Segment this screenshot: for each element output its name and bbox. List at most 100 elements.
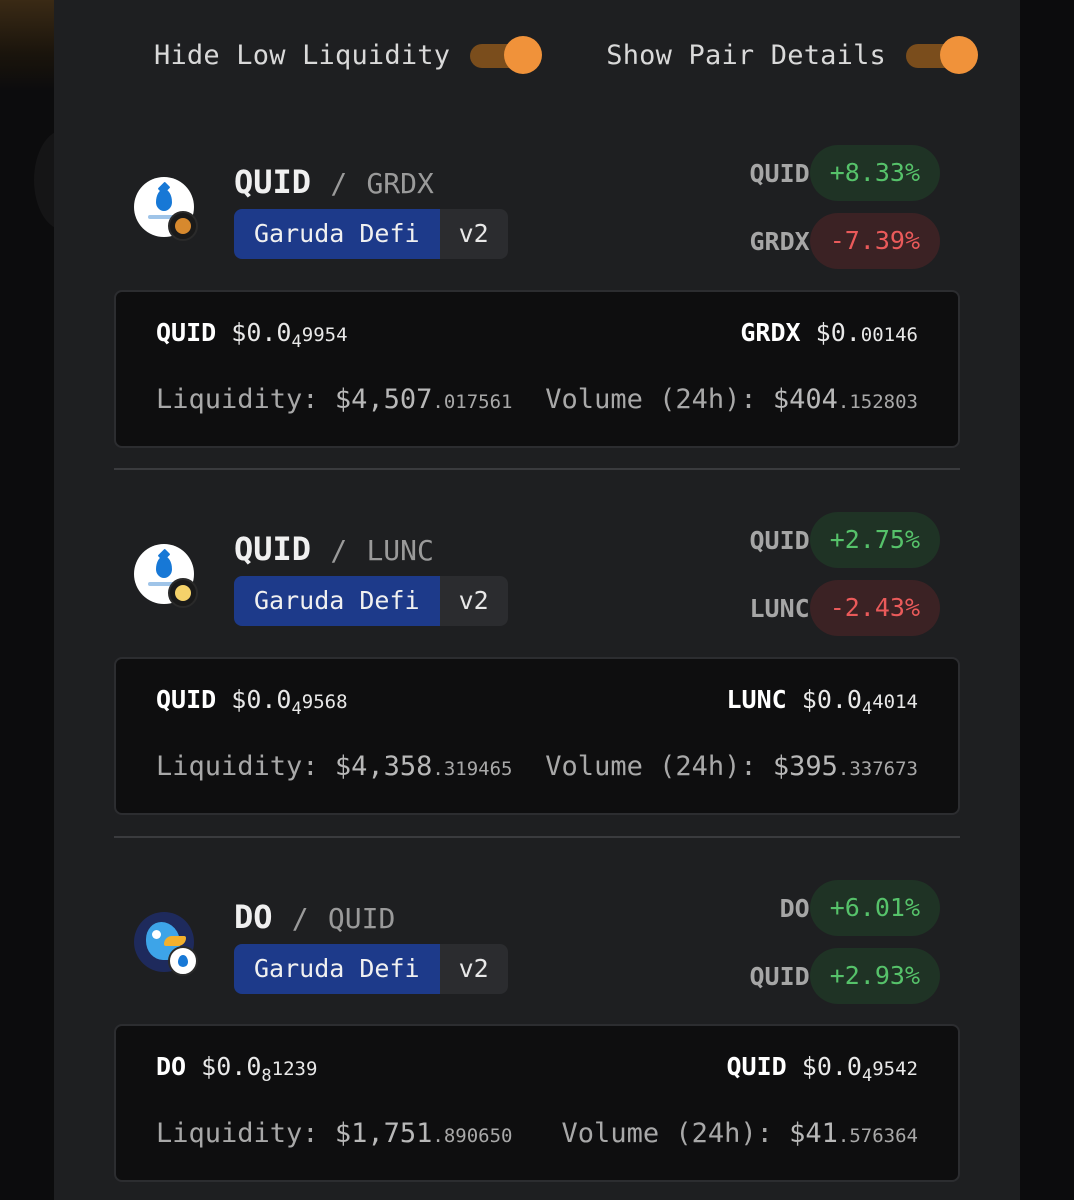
- pairs-panel: Hide Low Liquidity Show Pair Details QUI…: [54, 0, 1020, 1200]
- pair-divider: [114, 468, 960, 470]
- hide-low-liquidity-label: Hide Low Liquidity: [154, 39, 451, 71]
- change-symbol: QUID: [749, 158, 810, 188]
- quote-price: QUID $0.049542: [726, 1052, 918, 1086]
- quote-symbol: LUNC: [366, 534, 434, 567]
- pair-title: QUID / LUNC: [234, 530, 434, 568]
- change-row: LUNC -2.43%: [749, 580, 940, 636]
- base-price-zero-count: 8: [261, 1066, 272, 1086]
- pair-title: DO / QUID: [234, 898, 395, 936]
- liquidity-label: Liquidity:: [156, 751, 319, 782]
- switch-knob: [504, 36, 543, 74]
- pair-details: DO $0.081239 QUID $0.049542 Liquidity: $…: [114, 1024, 960, 1182]
- change-row: QUID +8.33%: [749, 145, 940, 201]
- liquidity-value: $4,358: [334, 751, 433, 782]
- dex-name-chip[interactable]: Garuda Defi: [234, 209, 440, 259]
- filter-toggles: Hide Low Liquidity Show Pair Details: [54, 28, 1020, 82]
- bird-beak-icon: [164, 936, 186, 946]
- volume-label: Volume (24h):: [561, 1118, 773, 1149]
- liquidity-label: Liquidity:: [156, 384, 319, 415]
- volume-value: $41: [789, 1118, 838, 1149]
- base-price: QUID $0.049954: [156, 318, 348, 352]
- quote-price-prefix: $0.0: [801, 685, 862, 714]
- base-symbol: QUID: [234, 163, 312, 201]
- change-symbol: GRDX: [749, 226, 810, 256]
- pair-separator: /: [291, 902, 309, 935]
- volume-decimals: .576364: [837, 1125, 918, 1147]
- quote-price-prefix: $0.: [815, 318, 861, 347]
- show-pair-details-switch[interactable]: [906, 36, 978, 74]
- switch-knob: [940, 36, 978, 74]
- pair-card[interactable]: QUID / LUNC Garuda Defi v2 QUID +2.75% L…: [114, 510, 960, 815]
- change-symbol: QUID: [749, 961, 810, 991]
- dex-name-chip[interactable]: Garuda Defi: [234, 944, 440, 994]
- change-symbol: DO: [779, 893, 810, 923]
- base-price-symbol: QUID: [156, 685, 217, 714]
- liquidity-decimals: .319465: [432, 758, 513, 780]
- liquidity-decimals: .890650: [432, 1125, 513, 1147]
- pair-details: QUID $0.049568 LUNC $0.044014 Liquidity:…: [114, 657, 960, 815]
- volume-decimals: .152803: [837, 391, 918, 413]
- liquidity-stat: Liquidity: $4,507.017561: [156, 384, 512, 415]
- volume-value: $404: [772, 384, 838, 415]
- volume-stat: Volume (24h): $395.337673: [545, 751, 918, 782]
- hide-low-liquidity-toggle-group: Hide Low Liquidity: [154, 28, 543, 82]
- liquidity-value: $1,751: [334, 1118, 433, 1149]
- pair-header: DO / QUID Garuda Defi v2 DO +6.01% QUID …: [114, 878, 960, 1018]
- liquidity-stat: Liquidity: $1,751.890650: [156, 1118, 512, 1149]
- change-pill-up: +6.01%: [809, 880, 940, 936]
- volume-stat: Volume (24h): $41.576364: [562, 1118, 918, 1149]
- base-symbol: QUID: [234, 530, 312, 568]
- change-pill-up: +8.33%: [809, 145, 940, 201]
- quote-symbol: QUID: [327, 902, 396, 935]
- change-row: QUID +2.93%: [749, 948, 940, 1004]
- liquidity-label: Liquidity:: [156, 1118, 319, 1149]
- change-pill-up: +2.75%: [809, 512, 940, 568]
- dex-name-chip[interactable]: Garuda Defi: [234, 576, 440, 626]
- base-price-prefix: $0.0: [231, 685, 292, 714]
- base-price-zero-count: 4: [291, 332, 302, 352]
- show-pair-details-label: Show Pair Details: [606, 39, 886, 71]
- pair-card[interactable]: DO / QUID Garuda Defi v2 DO +6.01% QUID …: [114, 878, 960, 1182]
- quote-symbol: GRDX: [366, 167, 434, 200]
- base-price-prefix: $0.0: [201, 1052, 262, 1081]
- liquidity-stat: Liquidity: $4,358.319465: [156, 751, 512, 782]
- change-pill-down: -2.43%: [809, 580, 940, 636]
- water-drop-icon: [156, 189, 172, 211]
- change-row: QUID +2.75%: [749, 512, 940, 568]
- base-price-zero-count: 4: [291, 699, 302, 719]
- quid-chain-badge-icon: [168, 946, 198, 976]
- volume-label: Volume (24h):: [545, 384, 757, 415]
- quote-price-prefix: $0.0: [801, 1052, 862, 1081]
- grdx-chain-badge-icon: [168, 211, 198, 241]
- dex-version-chip: v2: [439, 576, 508, 626]
- dex-version-chip: v2: [439, 944, 508, 994]
- base-price-digits: 1239: [271, 1058, 318, 1080]
- quote-price-digits: 00146: [860, 324, 918, 346]
- pair-title: QUID / GRDX: [234, 163, 434, 201]
- dex-version-chip: v2: [439, 209, 508, 259]
- quote-price: LUNC $0.044014: [726, 685, 918, 719]
- quote-price: GRDX $0.00146: [740, 318, 918, 347]
- show-pair-details-toggle-group: Show Pair Details: [606, 28, 978, 82]
- volume-stat: Volume (24h): $404.152803: [545, 384, 918, 415]
- pair-divider: [114, 836, 960, 838]
- volume-label: Volume (24h):: [545, 751, 757, 782]
- liquidity-value: $4,507: [334, 384, 433, 415]
- hide-low-liquidity-switch[interactable]: [470, 36, 543, 74]
- quote-price-symbol: QUID: [726, 1052, 787, 1081]
- pair-details: QUID $0.049954 GRDX $0.00146 Liquidity: …: [114, 290, 960, 448]
- base-price-digits: 9568: [301, 691, 348, 713]
- quote-price-zero-count: 4: [861, 1066, 873, 1086]
- background-glow: [0, 0, 54, 90]
- volume-decimals: .337673: [837, 758, 918, 780]
- change-pill-up: +2.93%: [809, 948, 940, 1004]
- base-price-prefix: $0.0: [231, 318, 292, 347]
- change-symbol: LUNC: [749, 593, 810, 623]
- dex-info: Garuda Defi v2: [234, 209, 508, 259]
- quote-price-symbol: LUNC: [726, 685, 787, 714]
- change-symbol: QUID: [749, 525, 810, 555]
- quote-price-digits: 4014: [872, 691, 918, 713]
- pair-header: QUID / LUNC Garuda Defi v2 QUID +2.75% L…: [114, 510, 960, 650]
- water-drop-icon: [156, 556, 172, 578]
- pair-card[interactable]: QUID / GRDX Garuda Defi v2 QUID +8.33% G…: [114, 143, 960, 448]
